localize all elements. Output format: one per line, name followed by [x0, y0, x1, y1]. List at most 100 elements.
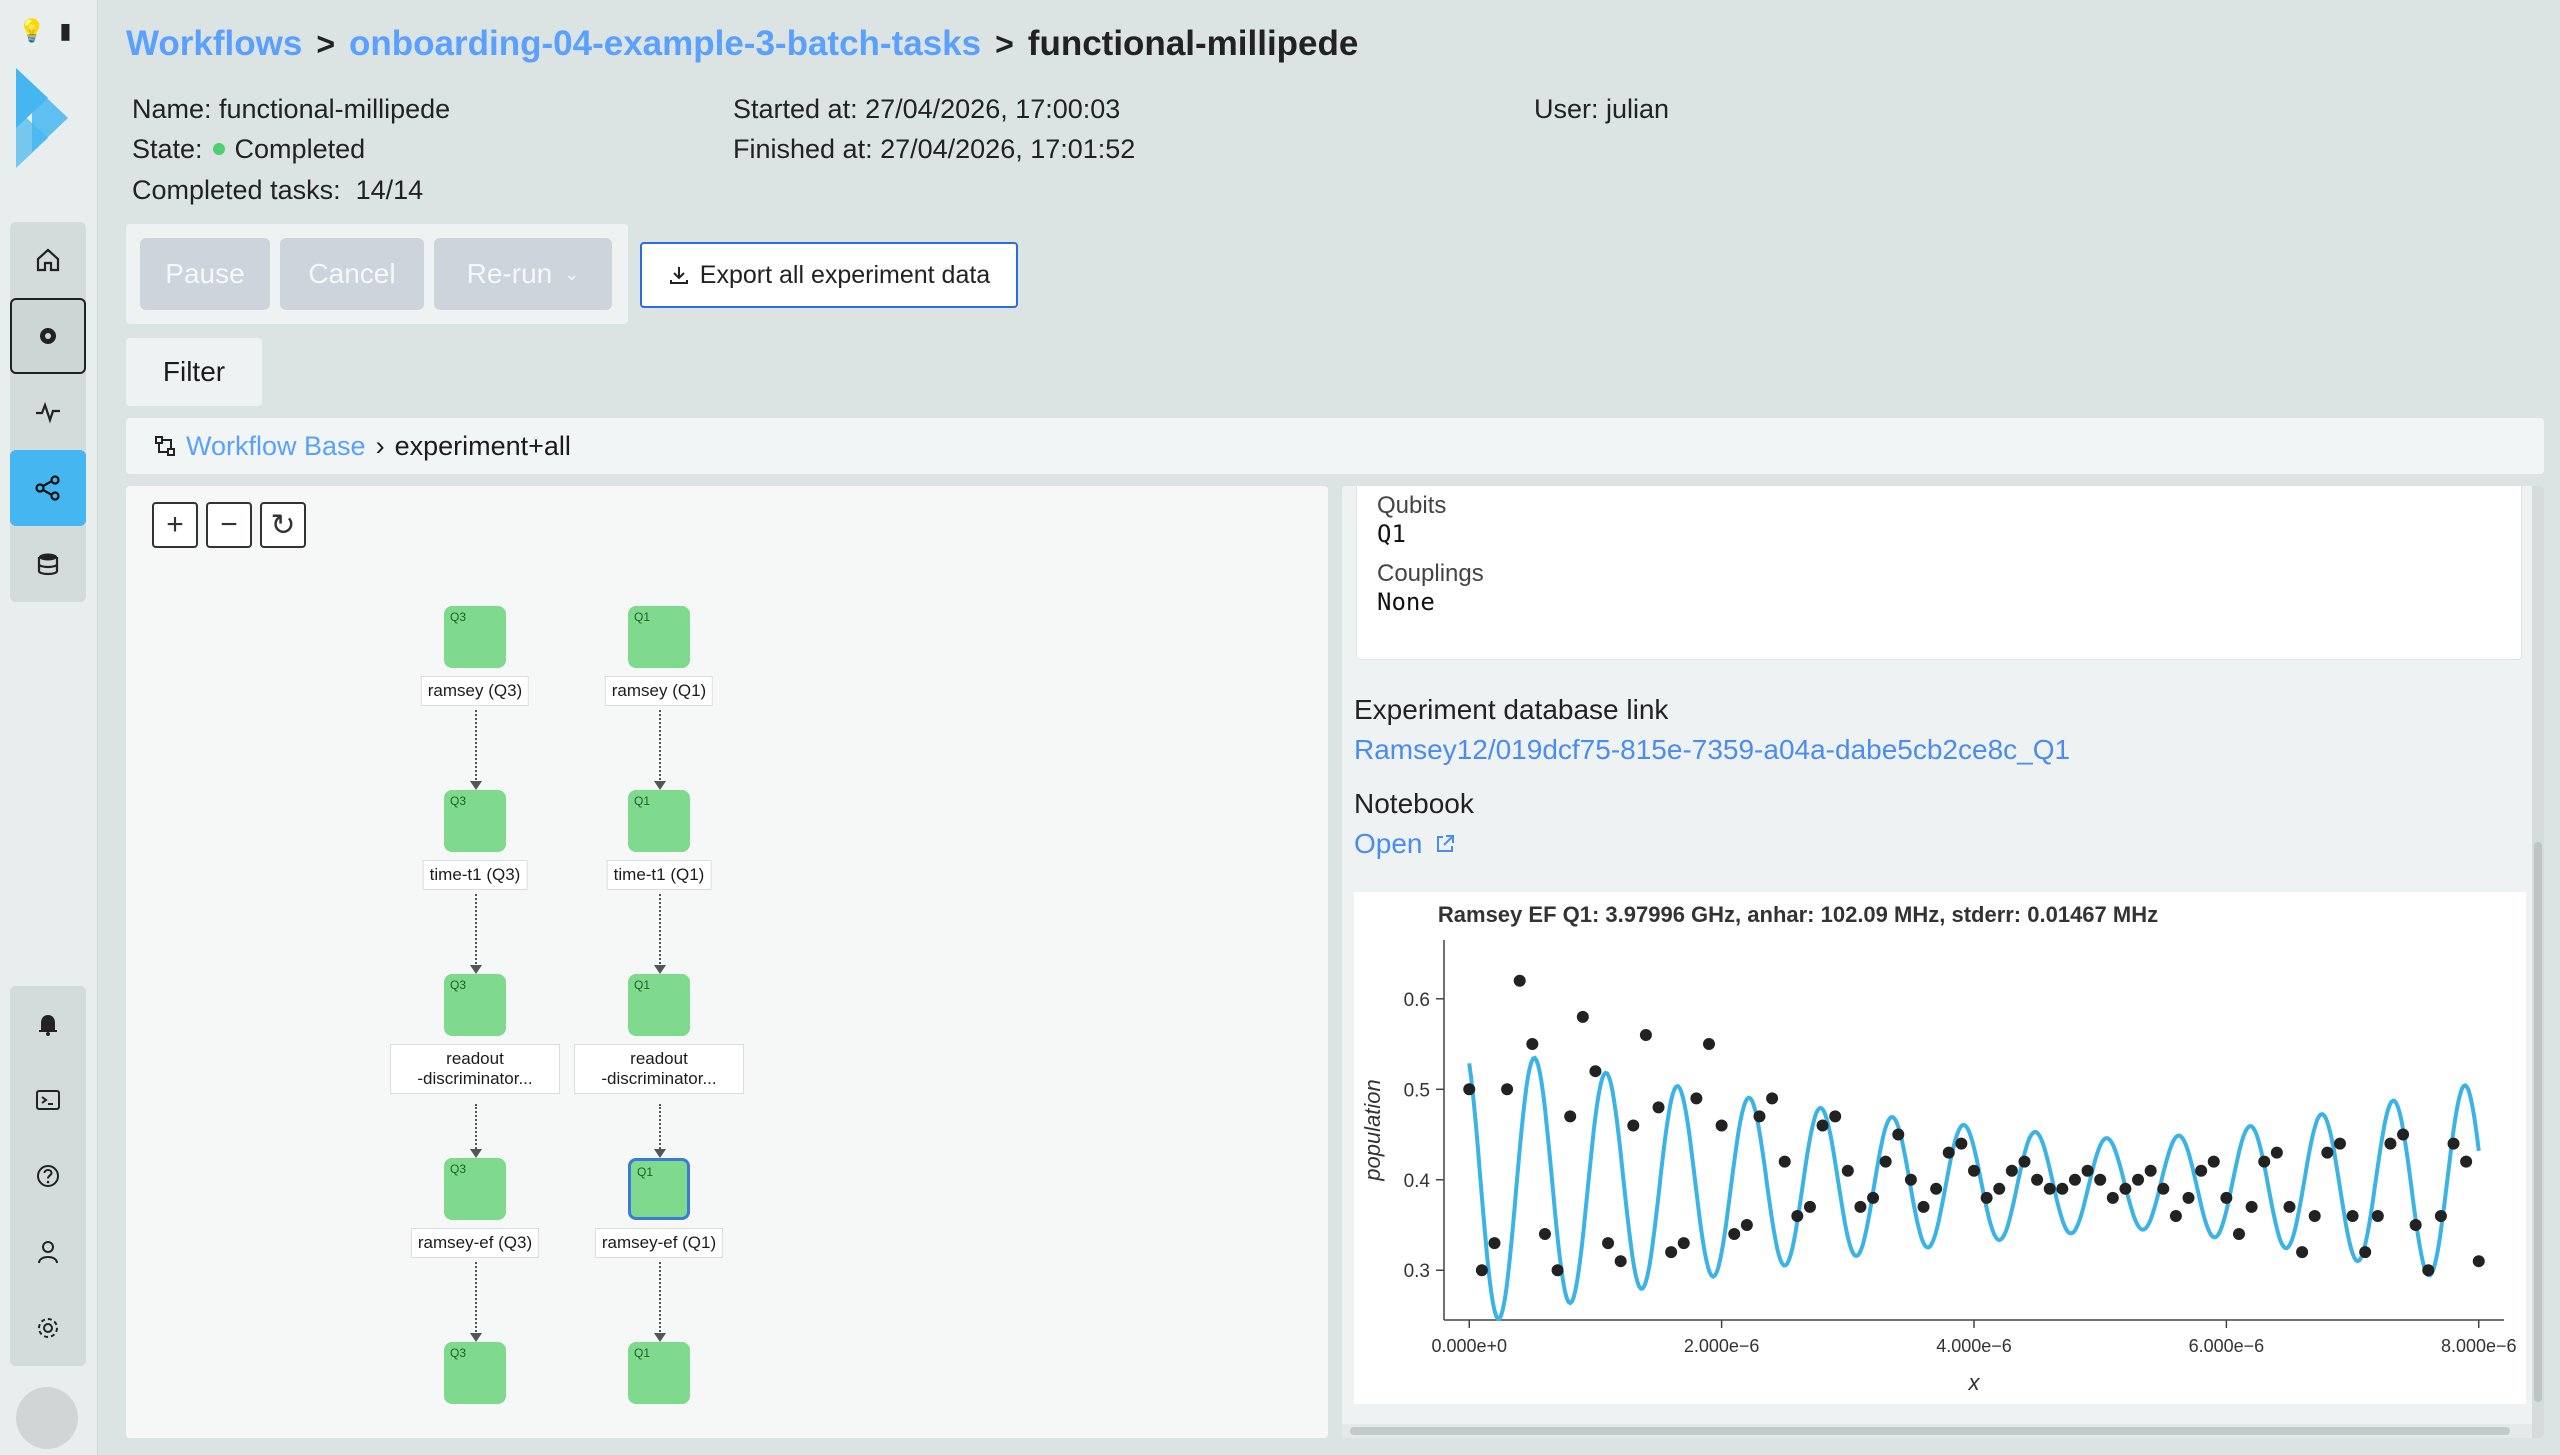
horizontal-scroll-thumb[interactable]	[1350, 1427, 2510, 1435]
graph-node[interactable]: Q1	[628, 606, 690, 668]
graph-node-label[interactable]: time-t1 (Q3)	[422, 860, 528, 890]
path-current: experiment+all	[394, 430, 571, 461]
nav-settings[interactable]	[10, 1290, 86, 1366]
rerun-button[interactable]: Re-run ⌄	[434, 238, 612, 310]
avatar[interactable]	[16, 1387, 78, 1449]
task-detail-panel: Qubits Q1 Couplings None Experiment data…	[1342, 486, 2544, 1438]
bell-icon	[39, 1015, 57, 1036]
graph-node[interactable]: Q3	[444, 790, 506, 852]
data-point	[2195, 1164, 2208, 1177]
graph-node-label[interactable]: readout -discriminator...	[390, 1044, 560, 1094]
zoom-in-button[interactable]: +	[152, 502, 198, 548]
nav-help[interactable]	[10, 1138, 86, 1214]
export-button[interactable]: Export all experiment data	[640, 242, 1018, 308]
graph-edge	[654, 710, 666, 790]
data-point	[2384, 1137, 2397, 1150]
data-point	[1639, 1029, 1652, 1041]
data-point	[1917, 1200, 1930, 1213]
data-point	[2308, 1209, 2321, 1222]
state-label: State:	[132, 134, 203, 164]
node-qubit-tag: Q3	[450, 1162, 467, 1176]
data-point	[1740, 1219, 1753, 1231]
graph-node[interactable]: Q1	[628, 1158, 690, 1220]
nav-database[interactable]	[10, 526, 86, 602]
zoom-out-button[interactable]: −	[206, 502, 252, 548]
path-workflow-base[interactable]: Workflow Base	[186, 431, 366, 462]
data-point	[1715, 1119, 1728, 1132]
reset-view-button[interactable]: ↻	[260, 502, 306, 548]
graph-node[interactable]: Q1	[628, 1342, 690, 1404]
db-link[interactable]: Ramsey12/019dcf75-815e-7359-a04a-dabe5cb…	[1354, 734, 2070, 766]
graph-node[interactable]: Q3	[444, 1342, 506, 1404]
data-point	[2081, 1164, 2094, 1177]
fit-line	[1467, 1055, 2481, 1321]
data-point	[2056, 1182, 2069, 1195]
chevron-right-icon: >	[316, 25, 336, 62]
data-point	[2233, 1228, 2245, 1241]
breadcrumb-group[interactable]: onboarding-04-example-3-batch-tasks	[349, 24, 981, 64]
data-point	[1993, 1182, 2006, 1195]
data-point	[1980, 1191, 1993, 1204]
data-point	[2094, 1173, 2107, 1186]
y-tick-label: 0.6	[1404, 990, 1430, 1011]
graph-node[interactable]: Q1	[628, 974, 690, 1036]
graph-node-label[interactable]: ramsey-ef (Q1)	[594, 1228, 724, 1258]
pause-button[interactable]: Pause	[140, 238, 270, 310]
y-tick-label: 0.4	[1404, 1171, 1431, 1192]
notebook-open-link[interactable]: Open	[1354, 828, 1456, 860]
panel-toggle-icon[interactable]: ▮	[59, 20, 71, 42]
nav-activity[interactable]	[10, 374, 86, 450]
filter-button[interactable]: Filter	[126, 338, 262, 406]
nav-group-main	[10, 222, 86, 602]
breadcrumb-workflows[interactable]: Workflows	[126, 24, 302, 64]
x-tick-label: 6.000e−6	[2189, 1336, 2265, 1356]
data-point	[2018, 1155, 2031, 1168]
notebook-title: Notebook	[1354, 788, 1474, 819]
nav-user[interactable]	[10, 1214, 86, 1290]
vertical-scrollbar[interactable]	[2532, 486, 2544, 1438]
graph-node-label[interactable]: ramsey (Q1)	[604, 676, 714, 706]
sidebar-top-icons: 💡 ▮	[18, 20, 72, 42]
graph-node-label[interactable]: ramsey-ef (Q3)	[410, 1228, 540, 1258]
data-point	[2031, 1173, 2044, 1186]
graph-node[interactable]: Q3	[444, 606, 506, 668]
data-point	[1867, 1191, 1880, 1204]
data-point	[2169, 1209, 2182, 1222]
data-point	[1526, 1038, 1539, 1051]
chevron-right-icon: >	[995, 25, 1014, 62]
data-point	[1551, 1264, 1564, 1277]
y-tick-label: 0.5	[1404, 1080, 1430, 1101]
data-point	[1564, 1110, 1577, 1123]
data-point	[2157, 1182, 2170, 1195]
data-point	[1930, 1182, 1943, 1195]
chart-title: Ramsey EF Q1: 3.97996 GHz, anhar: 102.09…	[1438, 902, 2158, 927]
node-qubit-tag: Q1	[634, 1346, 651, 1360]
lightbulb-icon[interactable]: 💡	[18, 20, 45, 42]
nav-workflows[interactable]	[10, 450, 86, 526]
nav-terminal[interactable]	[10, 1062, 86, 1138]
graph-node[interactable]: Q1	[628, 790, 690, 852]
data-point	[1816, 1119, 1829, 1132]
horizontal-scrollbar[interactable]	[1342, 1424, 2532, 1438]
graph-node-label[interactable]: readout -discriminator...	[574, 1044, 744, 1094]
graph-node-label[interactable]: time-t1 (Q1)	[606, 860, 712, 890]
breadcrumb: Workflows > onboarding-04-example-3-batc…	[126, 24, 1358, 64]
settings-icon	[38, 1318, 58, 1338]
graph-node[interactable]: Q3	[444, 1158, 506, 1220]
nav-home[interactable]	[10, 222, 86, 298]
graph-node-label[interactable]: ramsey (Q3)	[420, 676, 530, 706]
nav-settings-active[interactable]	[10, 298, 86, 374]
graph-edge	[654, 1262, 666, 1342]
vertical-scroll-thumb[interactable]	[2534, 842, 2542, 1402]
graph-node[interactable]: Q3	[444, 974, 506, 1036]
cancel-button[interactable]: Cancel	[280, 238, 424, 310]
data-point	[1904, 1173, 1917, 1186]
node-qubit-tag: Q3	[450, 794, 467, 808]
x-tick-label: 0.000e+0	[1431, 1336, 1507, 1356]
data-point	[1854, 1200, 1867, 1213]
nav-notifications[interactable]	[10, 986, 86, 1062]
user-info: User: julian	[1534, 94, 1670, 124]
y-axis-label: population	[1360, 1079, 1385, 1182]
workflow-share-icon	[35, 475, 60, 501]
graph-edge	[654, 894, 666, 974]
